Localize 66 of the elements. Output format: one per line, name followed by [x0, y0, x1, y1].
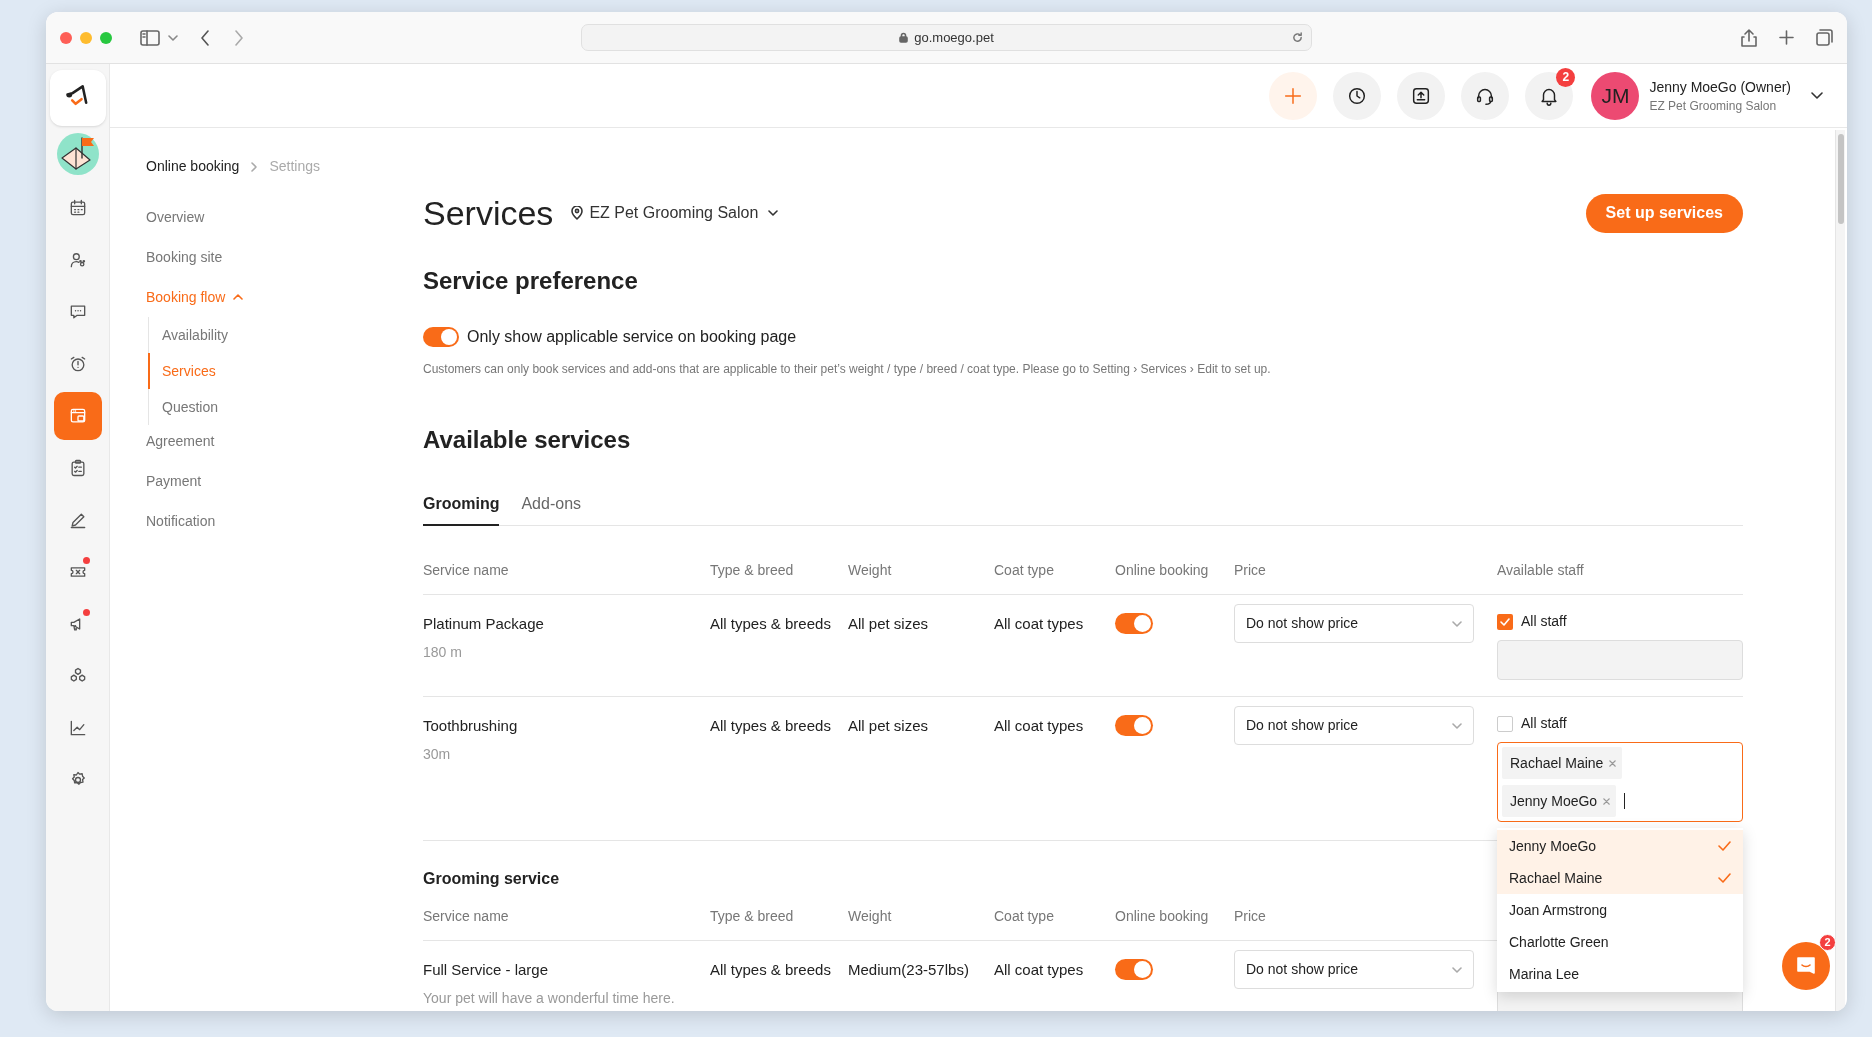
notifications-button[interactable]: 2 — [1525, 71, 1574, 120]
column-header: Weight — [848, 561, 893, 580]
dropdown-option[interactable]: Joan Armstrong — [1497, 894, 1743, 926]
staff-tag: Jenny MoeGo — [1502, 785, 1617, 817]
address-bar[interactable]: go.moego.pet — [581, 24, 1312, 51]
table-cell-text: All types & breeds — [710, 614, 832, 634]
table-cell-text: All types & breeds — [710, 960, 832, 980]
column-header: Available staff — [1497, 561, 1585, 580]
price-select[interactable]: Do not show price — [1234, 706, 1474, 745]
price-select[interactable]: Do not show price — [1234, 950, 1474, 989]
column-header: Coat type — [994, 907, 1055, 926]
dropdown-option[interactable]: Charlotte Green — [1497, 926, 1743, 958]
column-header: Coat type — [994, 561, 1055, 580]
service-name: Toothbrushing — [423, 716, 519, 736]
user-avatar[interactable]: JM — [1591, 71, 1640, 120]
breadcrumb-link[interactable]: Online booking — [146, 156, 240, 177]
business-name: EZ Pet Grooming Salon — [1649, 97, 1778, 115]
dropdown-option[interactable]: Rachael Maine — [1497, 862, 1743, 894]
column-header: Online booking — [1115, 561, 1210, 580]
nav-item[interactable]: Booking site — [146, 246, 223, 268]
nav-item[interactable]: Overview — [146, 206, 205, 228]
service-name: Platinum Package — [423, 614, 545, 634]
service-detail: 30m — [423, 744, 452, 764]
nav-subitem[interactable]: Availability — [148, 317, 423, 353]
checkbox-label: All staff — [1521, 714, 1567, 733]
column-header: Online booking — [1115, 907, 1210, 926]
nav-item[interactable]: Payment — [146, 470, 202, 492]
column-header: Type & breed — [710, 907, 795, 926]
checkbox-label: All staff — [1521, 612, 1567, 631]
user-name: Jenny MoeGo (Owner) — [1649, 77, 1791, 97]
table-cell-text: All pet sizes — [848, 614, 930, 634]
table-cell-text: All coat types — [994, 716, 1085, 736]
table-cell-text: All types & breeds — [710, 716, 832, 736]
nav-subitem[interactable]: Question — [148, 389, 423, 425]
notification-badge: 2 — [1556, 67, 1576, 87]
staff-select-field[interactable]: Rachael Maine Jenny MoeGo — [1497, 742, 1743, 822]
section-heading: Service preference — [423, 266, 639, 296]
price-select[interactable]: Do not show price — [1234, 604, 1474, 643]
service-name: Full Service - large — [423, 960, 550, 980]
help-text: Customers can only book services and add-ons that are applicable to their pet’s weight / type / breed / coat type. Please go to Setting › Services › Edit to set up. — [423, 361, 1272, 378]
tab[interactable]: Add-ons — [521, 484, 582, 526]
column-header: Service name — [423, 561, 510, 580]
url-text: go.moego.pet — [914, 28, 994, 47]
table-cell-text: All pet sizes — [848, 716, 930, 736]
nav-item[interactable]: Agreement — [146, 430, 215, 452]
nav-item[interactable]: Notification — [146, 510, 216, 532]
column-header: Type & breed — [710, 561, 795, 580]
service-detail: Your pet will have a wonderful time here. — [423, 988, 676, 1008]
column-header: Weight — [848, 907, 893, 926]
column-header: Service name — [423, 907, 510, 926]
breadcrumb-current: Settings — [269, 157, 320, 176]
dropdown-option[interactable]: Jenny MoeGo — [1497, 830, 1743, 862]
table-cell-text: All coat types — [994, 960, 1085, 980]
page-title: Services — [423, 192, 554, 234]
section-heading: Available services — [423, 425, 632, 455]
table-title: Grooming service — [423, 869, 560, 889]
column-header: Price — [1234, 561, 1267, 580]
table-cell-text: Medium(23-57lbs) — [848, 960, 970, 980]
tab[interactable]: Grooming — [423, 484, 500, 526]
toggle-label: Only show applicable service on booking page — [467, 327, 797, 347]
service-detail: 180 m — [423, 642, 463, 662]
dropdown-option[interactable]: Marina Lee — [1497, 958, 1743, 990]
staff-tag: Rachael Maine — [1502, 747, 1623, 779]
location-selector[interactable]: EZ Pet Grooming Salon — [571, 201, 779, 225]
table-cell-text: All coat types — [994, 614, 1085, 634]
column-header: Price — [1234, 907, 1267, 926]
